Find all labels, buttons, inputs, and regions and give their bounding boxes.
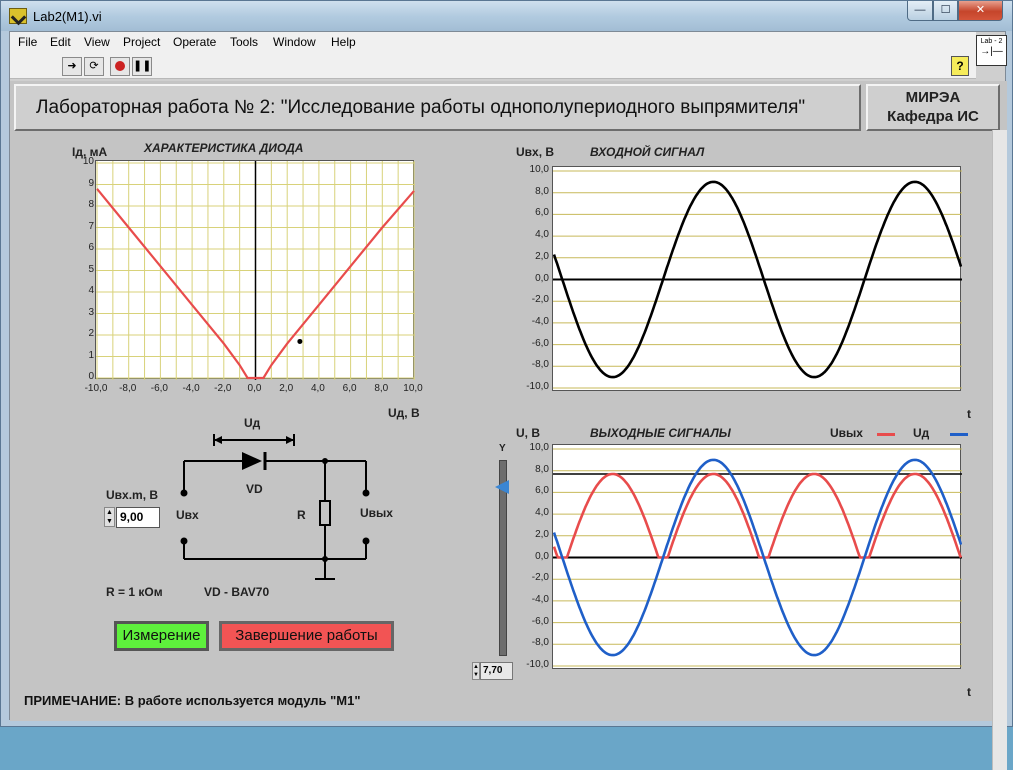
uout-label: Uвых <box>360 506 393 520</box>
org-department: Кафедра ИС <box>887 108 979 125</box>
help-icon[interactable]: ? <box>951 56 969 76</box>
finish-button[interactable]: Завершение работы <box>219 621 394 651</box>
vertical-scrollbar[interactable] <box>992 130 1007 770</box>
legend-uout-label: Uвых <box>830 426 863 440</box>
r-value: R = 1 кОм <box>106 585 163 599</box>
plot-out-svg <box>552 448 963 667</box>
client-area: File Edit View Project Operate Tools Win… <box>9 31 1007 770</box>
output-ytick: -4,0 <box>531 593 549 605</box>
menu-operate[interactable]: Operate <box>173 35 216 49</box>
menu-view[interactable]: View <box>84 35 110 49</box>
output-ytick: -8,0 <box>531 637 549 649</box>
minimize-button[interactable]: — <box>907 1 933 21</box>
plot-in-svg <box>552 170 963 389</box>
menu-bar: File Edit View Project Operate Tools Win… <box>10 32 976 53</box>
toolbar: ➜ ⟳ ❚❚ ? <box>10 53 976 79</box>
vd-label: VD <box>246 482 263 496</box>
output-ytick: -10,0 <box>526 659 549 670</box>
input-ytick: 8,0 <box>535 185 549 197</box>
front-panel: Лабораторная работа № 2: "Исследование р… <box>10 81 1007 770</box>
legend-ud-swatch <box>950 433 968 436</box>
window-title: Lab2(M1).vi <box>33 9 102 24</box>
legend-ud-label: Uд <box>913 426 930 440</box>
app-window: Lab2(M1).vi — ☐ ✕ File Edit View Project… <box>0 0 1013 770</box>
input-ytick: -8,0 <box>531 359 549 371</box>
close-button[interactable]: ✕ <box>958 1 1003 21</box>
vi-icon: Lab - 2 →|— <box>976 35 1007 66</box>
r-label: R <box>297 508 306 522</box>
input-ytick: 10,0 <box>529 164 549 175</box>
uin-amplitude-label: Uвх.m, В <box>106 488 159 502</box>
input-plot <box>552 166 963 391</box>
org-box: МИРЭА Кафедра ИС <box>866 84 1000 131</box>
menu-project[interactable]: Project <box>123 35 160 49</box>
output-ytick: -2,0 <box>531 572 549 584</box>
input-ytick: 4,0 <box>535 229 549 241</box>
output-ytick: 0,0 <box>535 550 549 562</box>
output-ytick: 4,0 <box>535 507 549 519</box>
input-ytick: -6,0 <box>531 337 549 349</box>
output-ytick: 6,0 <box>535 485 549 497</box>
input-ytick: 6,0 <box>535 207 549 219</box>
title-bar: Lab2(M1).vi — ☐ ✕ <box>1 1 1012 31</box>
uin-stepper[interactable]: ▲ ▼ <box>104 507 115 527</box>
input-xlabel: t <box>967 407 971 421</box>
input-ytick: -2,0 <box>531 294 549 306</box>
output-ytick: 8,0 <box>535 463 549 475</box>
abort-icon[interactable] <box>110 57 130 76</box>
run-continuously-icon[interactable]: ⟳ <box>84 57 104 76</box>
input-plot-title: ВХОДНОЙ СИГНАЛ <box>590 145 705 159</box>
measure-button[interactable]: Измерение <box>114 621 209 651</box>
series-uout-line <box>552 472 963 559</box>
run-arrow-icon[interactable]: ➜ <box>62 57 82 76</box>
y-slider-label: Y <box>499 443 506 454</box>
input-ytick: -4,0 <box>531 315 549 327</box>
output-plot-title: ВЫХОДНЫЕ СИГНАЛЫ <box>590 426 731 440</box>
uin-label: Uвх <box>176 508 199 522</box>
vi-icon-label: Lab - 2 <box>980 38 1003 45</box>
output-ytick: 10,0 <box>529 442 549 453</box>
output-xlabel: t <box>967 685 971 699</box>
menu-edit[interactable]: Edit <box>50 35 71 49</box>
input-ytick: 2,0 <box>535 250 549 262</box>
menu-window[interactable]: Window <box>273 35 316 49</box>
labview-icon <box>9 8 27 24</box>
output-ylabel: U, В <box>516 426 540 440</box>
menu-tools[interactable]: Tools <box>230 35 258 49</box>
output-plot <box>552 444 963 669</box>
maximize-button[interactable]: ☐ <box>933 1 958 21</box>
legend-uout-swatch <box>877 433 895 436</box>
menu-help[interactable]: Help <box>331 35 356 49</box>
output-ytick: -6,0 <box>531 615 549 627</box>
vi-icon-symbol: →|— <box>980 46 1003 57</box>
ud-label: Uд <box>244 416 261 430</box>
input-ytick: -10,0 <box>526 381 549 392</box>
org-name: МИРЭА <box>905 89 961 106</box>
note-text: ПРИМЕЧАНИЕ: В работе используется модуль… <box>24 693 361 708</box>
uin-amplitude-input[interactable]: 9,00 <box>116 507 160 528</box>
input-ylabel: Uвх, В <box>516 145 555 159</box>
y-scale-slider-thumb[interactable] <box>495 480 509 494</box>
input-ytick: 0,0 <box>535 272 549 284</box>
menu-file[interactable]: File <box>18 35 37 49</box>
pause-icon[interactable]: ❚❚ <box>132 57 152 76</box>
output-ytick: 2,0 <box>535 528 549 540</box>
vd-model: VD - BAV70 <box>204 585 270 599</box>
